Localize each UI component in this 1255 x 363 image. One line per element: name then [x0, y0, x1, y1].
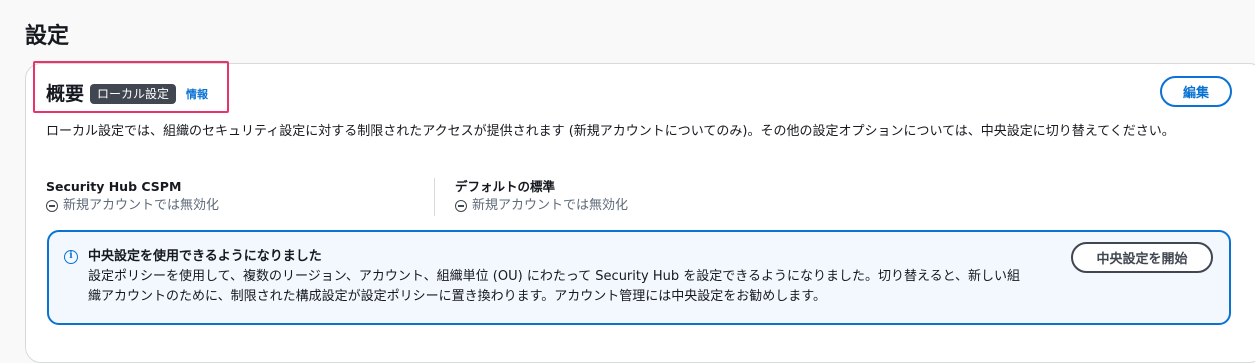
setting-value-text: 新規アカウントでは無効化: [472, 198, 629, 213]
overview-header: 概要 ローカル設定 情報: [46, 80, 208, 108]
setting-value-text: 新規アカウントでは無効化: [63, 198, 220, 213]
page-title: 設定: [25, 24, 70, 49]
section-heading: 概要: [46, 83, 85, 105]
flash-title: 中央設定を使用できるようになりました: [88, 249, 322, 264]
setting-value: 新規アカウントでは無効化: [46, 196, 219, 216]
minus-circle-icon: [46, 200, 58, 212]
setting-label: デフォルトの標準: [455, 179, 556, 194]
start-central-config-button[interactable]: 中央設定を開始: [1071, 242, 1213, 273]
local-settings-badge: ローカル設定: [90, 84, 177, 104]
setting-label: Security Hub CSPM: [46, 179, 182, 194]
info-link[interactable]: 情報: [186, 86, 208, 102]
setting-default-standards: デフォルトの標準 新規アカウントでは無効化: [455, 178, 628, 216]
column-divider: [434, 178, 435, 216]
flash-body: 設定ポリシーを使用して、複数のリージョン、アカウント、組織単位 (OU) にわた…: [88, 269, 1021, 304]
setting-value: 新規アカウントでは無効化: [455, 196, 628, 216]
minus-circle-icon: [455, 200, 467, 212]
info-icon: i: [64, 250, 78, 264]
setting-security-hub-cspm: Security Hub CSPM 新規アカウントでは無効化: [46, 178, 219, 216]
edit-button[interactable]: 編集: [1160, 76, 1232, 107]
overview-description: ローカル設定では、組織のセキュリティ設定に対する制限されたアクセスが提供されます…: [46, 124, 1175, 139]
